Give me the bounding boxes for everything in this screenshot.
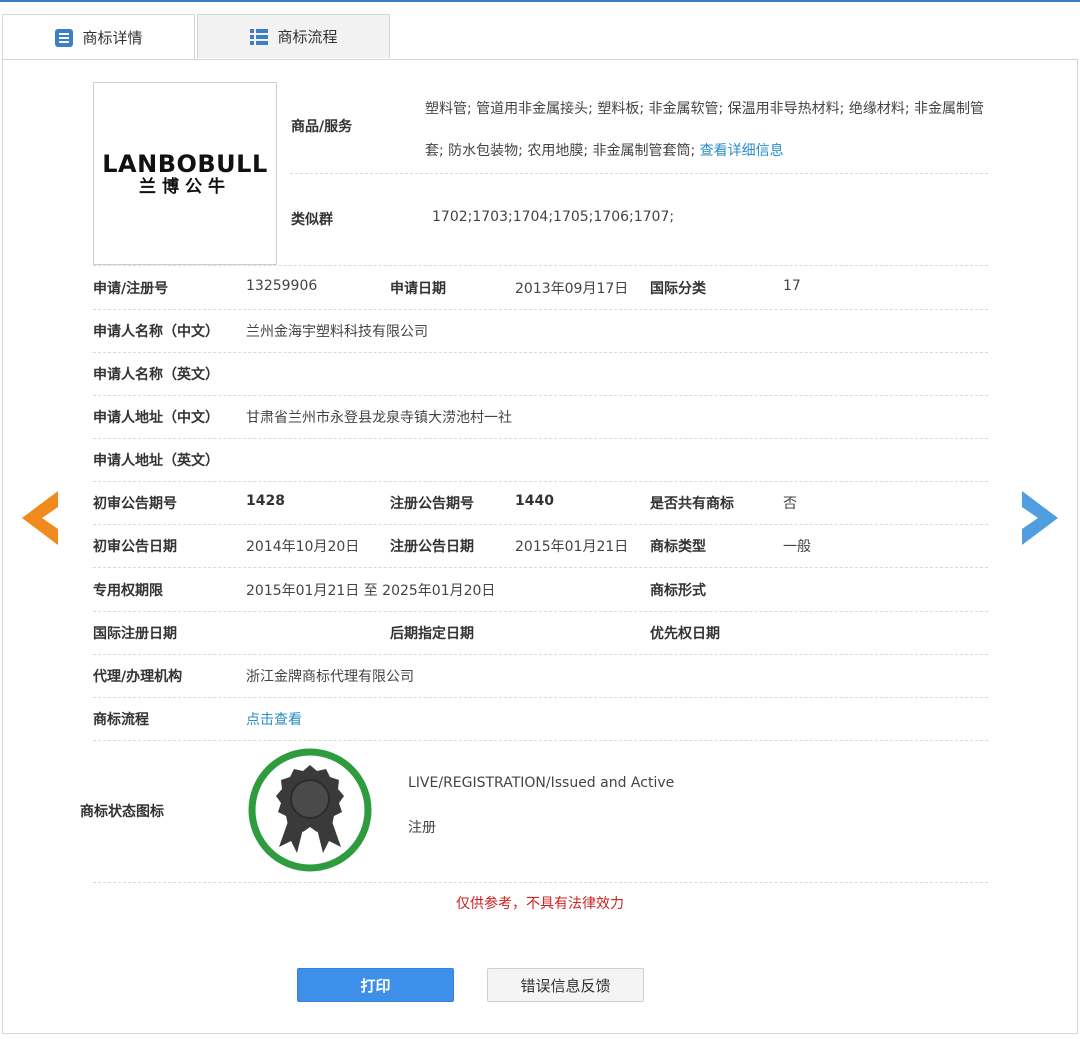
next-arrow-icon[interactable] <box>1022 491 1058 545</box>
similar-group-label: 类似群 <box>291 212 333 228</box>
divider <box>93 740 988 741</box>
reg-issue-value: 1440 <box>515 493 554 509</box>
intl-class-label: 国际分类 <box>650 281 706 297</box>
status-label: 商标状态图标 <box>80 804 164 820</box>
goods-value: 塑料管; 管道用非金属接头; 塑料板; 非金属软管; 保温用非导热材料; 绝缘材… <box>425 88 985 172</box>
apply-date-value: 2013年09月17日 <box>515 281 629 297</box>
divider <box>93 611 988 612</box>
intl-reg-date-label: 国际注册日期 <box>93 626 177 642</box>
divider <box>93 438 988 439</box>
divider <box>93 697 988 698</box>
flow-list-icon <box>249 27 269 47</box>
agent-label: 代理/办理机构 <box>93 669 183 685</box>
apply-date-label: 申请日期 <box>390 281 446 297</box>
tab-trademark-flow[interactable]: 商标流程 <box>197 14 390 58</box>
status-text-en: LIVE/REGISTRATION/Issued and Active <box>408 775 675 791</box>
mark-type-value: 一般 <box>783 539 811 555</box>
divider <box>93 481 988 482</box>
prelim-date-label: 初审公告日期 <box>93 539 177 555</box>
prev-arrow-icon[interactable] <box>22 491 58 545</box>
exclusive-period-value: 2015年01月21日 至 2025年01月20日 <box>246 583 496 599</box>
tab-label: 商标详情 <box>82 29 143 47</box>
print-button[interactable]: 打印 <box>297 968 454 1002</box>
shared-value: 否 <box>783 496 797 512</box>
detail-list-icon <box>54 28 74 48</box>
process-view-link[interactable]: 点击查看 <box>246 709 302 729</box>
divider <box>93 524 988 525</box>
address-cn-value: 甘肃省兰州市永登县龙泉寺镇大涝池村一社 <box>246 410 512 426</box>
address-en-label: 申请人地址（英文） <box>93 453 219 469</box>
mark-type-label: 商标类型 <box>650 539 706 555</box>
later-date-label: 后期指定日期 <box>390 626 474 642</box>
logo-text-cn: 兰博公牛 <box>139 176 231 197</box>
prelim-issue-value: 1428 <box>246 493 285 509</box>
agent-value: 浙江金牌商标代理有限公司 <box>246 669 414 685</box>
prelim-issue-label: 初审公告期号 <box>93 496 177 512</box>
reg-date-value: 2015年01月21日 <box>515 539 629 555</box>
address-cn-label: 申请人地址（中文） <box>93 410 219 426</box>
divider <box>290 173 988 174</box>
goods-label: 商品/服务 <box>291 119 353 135</box>
divider <box>93 309 988 310</box>
award-ribbon-icon <box>247 747 373 873</box>
reg-issue-label: 注册公告期号 <box>390 496 474 512</box>
divider <box>93 882 988 883</box>
feedback-button[interactable]: 错误信息反馈 <box>487 968 644 1002</box>
intl-class-value: 17 <box>783 278 801 294</box>
priority-date-label: 优先权日期 <box>650 626 720 642</box>
applicant-cn-label: 申请人名称（中文） <box>93 324 219 340</box>
tab-label: 商标流程 <box>277 28 338 46</box>
divider <box>93 395 988 396</box>
divider <box>93 654 988 655</box>
top-accent-line <box>0 0 1080 2</box>
applicant-en-label: 申请人名称（英文） <box>93 367 219 383</box>
process-label: 商标流程 <box>93 712 149 728</box>
divider <box>93 265 988 266</box>
mark-form-label: 商标形式 <box>650 583 706 599</box>
goods-more-link[interactable]: 查看详细信息 <box>700 143 784 159</box>
disclaimer-text: 仅供参考，不具有法律效力 <box>456 896 624 912</box>
tab-trademark-detail[interactable]: 商标详情 <box>2 14 195 60</box>
shared-label: 是否共有商标 <box>650 496 734 512</box>
applicant-cn-value: 兰州金海宇塑料科技有限公司 <box>246 324 428 340</box>
reg-no-value: 13259906 <box>246 278 318 294</box>
logo-text-en: LANBOBULL <box>102 149 268 178</box>
trademark-logo: LANBOBULL 兰博公牛 <box>93 82 277 265</box>
prelim-date-value: 2014年10月20日 <box>246 539 360 555</box>
similar-group-value: 1702;1703;1704;1705;1706;1707; <box>432 209 675 225</box>
tab-bar: 商标详情 商标流程 <box>0 14 1080 60</box>
reg-no-label: 申请/注册号 <box>93 281 169 297</box>
reg-date-label: 注册公告日期 <box>390 539 474 555</box>
divider <box>93 352 988 353</box>
status-text-cn: 注册 <box>408 820 436 836</box>
exclusive-period-label: 专用权期限 <box>93 583 163 599</box>
divider <box>93 567 988 568</box>
